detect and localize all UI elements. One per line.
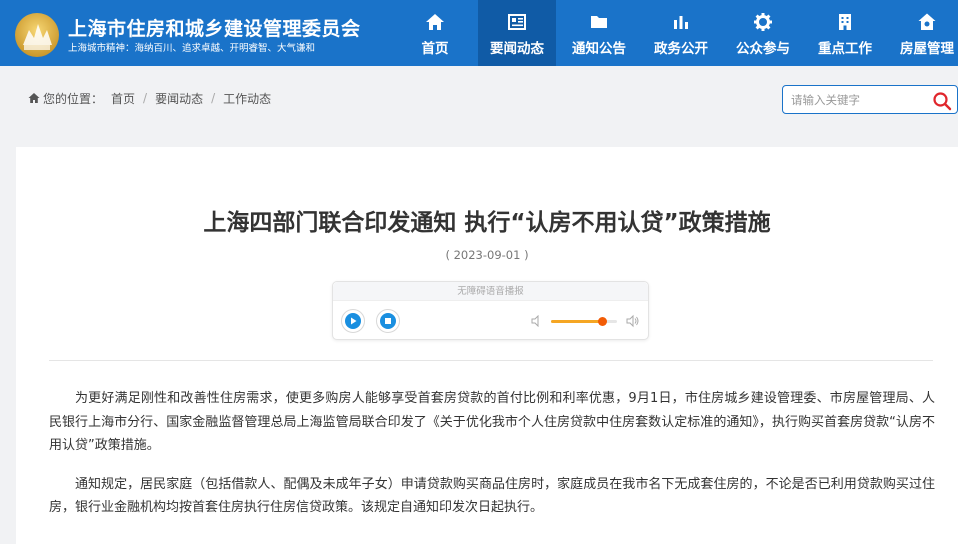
gear-icon [754, 13, 772, 31]
nav-label: 首页 [421, 41, 449, 57]
nav-label: 重点工作 [818, 41, 872, 57]
nav-item-home[interactable]: 首页 [396, 0, 474, 66]
site-header: 上海市住房和城乡建设管理委员会 上海城市精神：海纳百川、追求卓越、开明睿智、大气… [0, 0, 958, 66]
nav-item-key-work[interactable]: 重点工作 [806, 0, 884, 66]
site-logo[interactable]: 上海市住房和城乡建设管理委员会 上海城市精神：海纳百川、追求卓越、开明睿智、大气… [12, 6, 392, 60]
nav-label: 要闻动态 [490, 41, 544, 57]
breadcrumb-item-work-updates[interactable]: 工作动态 [223, 90, 271, 107]
player-label: 无障碍语音播报 [333, 282, 648, 301]
search-box [782, 85, 958, 114]
breadcrumb-prefix: 您的位置： [43, 91, 104, 106]
site-title: 上海市住房和城乡建设管理委员会 [68, 18, 361, 40]
audio-player: 无障碍语音播报 [332, 281, 649, 340]
nav-label: 房屋管理 [900, 41, 954, 57]
article-body: 为更好满足刚性和改善性住房需求，使更多购房人能够享受首套房贷款的首付比例和利率优… [49, 387, 935, 535]
volume-thumb[interactable] [598, 317, 608, 326]
volume-fill [551, 320, 603, 323]
news-icon [508, 14, 526, 30]
breadcrumb-item-news[interactable]: 要闻动态 [155, 90, 203, 107]
nav-item-housing[interactable]: 房屋管理 [888, 0, 958, 66]
nav-item-participation[interactable]: 公众参与 [724, 0, 802, 66]
volume-slider[interactable] [551, 317, 617, 326]
article-paragraph: 通知规定，居民家庭（包括借款人、配偶及未成年子女）申请贷款购买商品住房时，家庭成… [49, 476, 935, 516]
article-title: 上海四部门联合印发通知 执行“认房不用认贷”政策措施 [203, 210, 771, 236]
article-paragraph: 为更好满足刚性和改善性住房需求，使更多购房人能够享受首套房贷款的首付比例和利率优… [49, 391, 935, 453]
emblem-icon [15, 13, 59, 57]
volume-high-icon[interactable] [626, 314, 640, 328]
stop-icon [380, 313, 396, 329]
play-icon [345, 313, 361, 329]
breadcrumb-separator: / [211, 91, 216, 105]
play-button[interactable] [341, 309, 365, 333]
stop-button[interactable] [376, 309, 400, 333]
article-card: 上海四部门联合印发通知 执行“认房不用认贷”政策措施 ( 2023-09-01 … [16, 147, 958, 544]
nav-item-news[interactable]: 要闻动态 [478, 0, 556, 66]
search-input[interactable] [791, 91, 921, 109]
volume-low-icon[interactable] [531, 315, 543, 327]
home-icon [28, 93, 40, 103]
breadcrumb-separator: / [143, 91, 148, 105]
nav-label: 公众参与 [736, 41, 790, 57]
nav-item-government[interactable]: 政务公开 [642, 0, 720, 66]
nav-label: 政务公开 [654, 41, 708, 57]
breadcrumb-item-home[interactable]: 首页 [111, 90, 135, 107]
breadcrumb: 您的位置： 首页 / 要闻动态 / 工作动态 [28, 90, 271, 106]
nav-item-notices[interactable]: 通知公告 [560, 0, 638, 66]
folder-icon [591, 16, 607, 28]
nav-label: 通知公告 [572, 41, 626, 57]
content-divider [49, 360, 933, 361]
main-nav: 首页 要闻动态 通知公告 政务公开 公众参与 重点工作 房屋管理 [396, 0, 958, 66]
site-motto: 上海城市精神：海纳百川、追求卓越、开明睿智、大气谦和 [68, 43, 316, 54]
chart-icon [674, 16, 688, 29]
home-icon [426, 14, 444, 30]
house-icon [918, 13, 936, 30]
article-date: ( 2023-09-01 ) [445, 248, 529, 262]
building-icon [839, 14, 851, 30]
search-icon[interactable] [932, 91, 952, 111]
